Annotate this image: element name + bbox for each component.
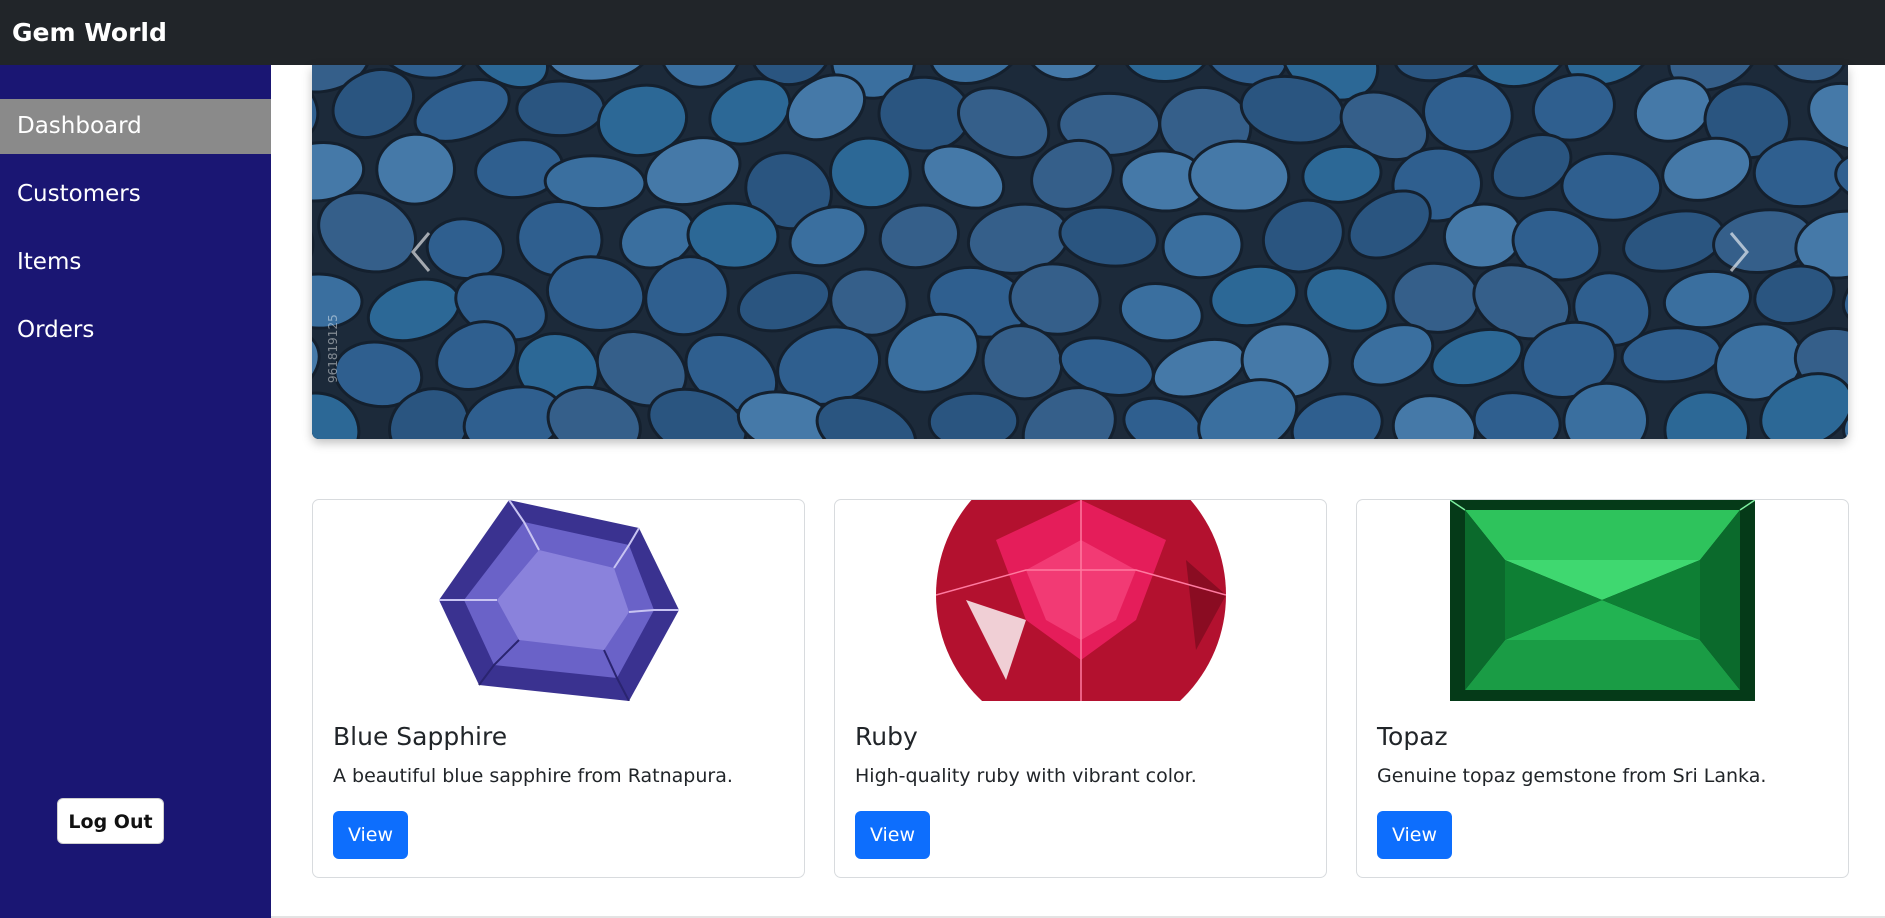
brand-logo-text[interactable]: Gem World xyxy=(12,18,167,47)
product-card-blue-sapphire: Blue Sapphire A beautiful blue sapphire … xyxy=(312,499,805,878)
sidebar-item-orders[interactable]: Orders xyxy=(0,303,271,358)
view-button[interactable]: View xyxy=(1377,811,1452,859)
sidebar-item-customers[interactable]: Customers xyxy=(0,167,271,222)
hero-carousel: 961819125 xyxy=(312,65,1848,439)
card-image xyxy=(835,500,1326,701)
topaz-gem-icon xyxy=(1450,500,1755,701)
top-navbar: Gem World xyxy=(0,0,1885,65)
ruby-gem-icon xyxy=(935,500,1226,701)
carousel-prev-button[interactable] xyxy=(367,65,477,439)
sidebar-item-items[interactable]: Items xyxy=(0,235,271,290)
card-title: Ruby xyxy=(855,722,918,751)
chevron-right-icon xyxy=(1729,232,1749,272)
card-description: Genuine topaz gemstone from Sri Lanka. xyxy=(1377,765,1767,787)
logout-button[interactable]: Log Out xyxy=(57,798,164,844)
chevron-left-icon xyxy=(411,232,431,272)
card-description: A beautiful blue sapphire from Ratnapura… xyxy=(333,765,733,787)
product-card-ruby: Ruby High-quality ruby with vibrant colo… xyxy=(834,499,1327,878)
sidebar: Dashboard Customers Items Orders Log Out xyxy=(0,65,271,918)
image-watermark: 961819125 xyxy=(326,314,340,383)
card-description: High-quality ruby with vibrant color. xyxy=(855,765,1197,787)
product-card-topaz: Topaz Genuine topaz gemstone from Sri La… xyxy=(1356,499,1849,878)
sidebar-item-dashboard[interactable]: Dashboard xyxy=(0,99,271,154)
card-image xyxy=(313,500,804,701)
carousel-image-blue-stones xyxy=(312,65,1848,439)
card-image xyxy=(1357,500,1848,701)
view-button[interactable]: View xyxy=(333,811,408,859)
view-button[interactable]: View xyxy=(855,811,930,859)
card-title: Topaz xyxy=(1377,722,1448,751)
carousel-next-button[interactable] xyxy=(1683,65,1793,439)
decorative-stone xyxy=(515,79,606,138)
card-title: Blue Sapphire xyxy=(333,722,508,751)
blue-sapphire-gem-icon xyxy=(438,500,679,701)
